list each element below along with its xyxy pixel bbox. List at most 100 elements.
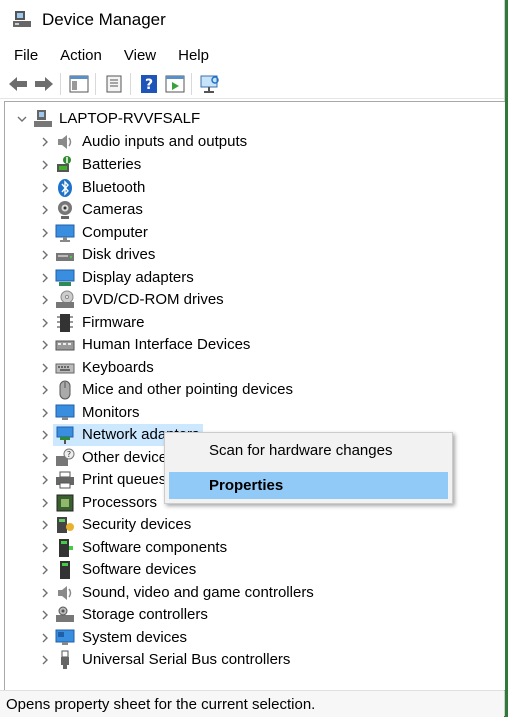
show-hide-console-tree-button[interactable] — [67, 73, 91, 95]
expand-chevron-icon[interactable] — [38, 293, 52, 307]
category-software-components[interactable]: Software components — [5, 537, 245, 559]
back-arrow-icon — [9, 77, 27, 91]
expand-chevron-icon[interactable] — [38, 361, 52, 375]
category-dvd-drives[interactable]: DVD/CD-ROM drives — [5, 289, 245, 311]
keyboard-icon — [55, 358, 75, 378]
expand-chevron-icon[interactable] — [38, 316, 52, 330]
category-software-devices[interactable]: Software devices — [5, 559, 225, 581]
console-tree-icon — [69, 75, 89, 93]
unknown-device-icon: ? — [55, 448, 75, 468]
category-sound-video-game[interactable]: Sound, video and game controllers — [5, 582, 314, 604]
printer-icon — [55, 470, 75, 490]
category-storage-controllers[interactable]: Storage controllers — [5, 604, 245, 626]
category-label: Batteries — [82, 156, 142, 173]
battery-icon — [55, 155, 75, 175]
category-mice[interactable]: Mice and other pointing devices — [5, 379, 305, 401]
expand-chevron-icon[interactable] — [38, 586, 52, 600]
expand-chevron-icon[interactable] — [38, 383, 52, 397]
expand-chevron-icon[interactable] — [38, 563, 52, 577]
status-bar: Opens property sheet for the current sel… — [0, 690, 504, 717]
category-audio[interactable]: Audio inputs and outputs — [5, 131, 285, 153]
context-menu: Scan for hardware changes Properties — [164, 432, 453, 504]
expand-chevron-icon[interactable] — [38, 608, 52, 622]
security-device-icon — [55, 515, 75, 535]
category-system-devices[interactable]: System devices — [5, 627, 225, 649]
category-firmware[interactable]: Firmware — [5, 312, 205, 334]
firmware-chip-icon — [55, 313, 75, 333]
expand-chevron-icon[interactable] — [38, 428, 52, 442]
menu-item-label: Properties — [209, 477, 284, 494]
device-tree[interactable]: LAPTOP-RVVFSALF Audio inputs and outputs… — [4, 101, 505, 691]
scan-hardware-button[interactable] — [198, 73, 222, 95]
toolbar-separator — [130, 73, 131, 95]
expand-chevron-icon[interactable] — [38, 631, 52, 645]
device-manager-window: Device Manager File Action View Help ? L… — [0, 0, 505, 717]
software-component-icon — [55, 538, 75, 558]
computer-name: LAPTOP-RVVFSALF — [59, 110, 201, 127]
category-label: System devices — [82, 629, 188, 646]
tree-root-computer[interactable]: LAPTOP-RVVFSALF — [5, 108, 305, 130]
category-display-adapters[interactable]: Display adapters — [5, 267, 225, 289]
category-usb-controllers[interactable]: Universal Serial Bus controllers — [5, 649, 305, 671]
expand-chevron-icon[interactable] — [38, 338, 52, 352]
properties-item[interactable]: Properties — [169, 472, 448, 499]
expand-chevron-icon[interactable] — [38, 496, 52, 510]
expand-chevron-icon[interactable] — [38, 248, 52, 262]
category-label: Mice and other pointing devices — [82, 381, 293, 398]
category-computer[interactable]: Computer — [5, 222, 205, 244]
speaker-icon — [55, 132, 75, 152]
properties-sheet-icon — [106, 75, 122, 93]
expand-chevron-icon[interactable] — [38, 135, 52, 149]
back-button[interactable] — [6, 73, 30, 95]
help-icon: ? — [141, 75, 157, 93]
status-text: Opens property sheet for the current sel… — [6, 695, 316, 713]
network-adapter-icon — [55, 425, 75, 445]
scan-for-hardware-changes-item[interactable]: Scan for hardware changes — [169, 437, 448, 464]
expand-chevron-icon[interactable] — [38, 226, 52, 240]
category-batteries[interactable]: Batteries — [5, 154, 205, 176]
menu-view[interactable]: View — [116, 47, 164, 64]
menu-action[interactable]: Action — [52, 47, 110, 64]
expand-chevron-icon[interactable] — [38, 541, 52, 555]
properties-button[interactable] — [102, 73, 126, 95]
menu-file[interactable]: File — [6, 47, 46, 64]
forward-button[interactable] — [32, 73, 56, 95]
category-keyboards[interactable]: Keyboards — [5, 357, 205, 379]
window-title: Device Manager — [42, 10, 166, 29]
expand-chevron-icon[interactable] — [38, 158, 52, 172]
category-hid[interactable]: Human Interface Devices — [5, 334, 265, 356]
expand-chevron-icon[interactable] — [38, 518, 52, 532]
category-label: Monitors — [82, 404, 140, 421]
expand-chevron-icon[interactable] — [38, 271, 52, 285]
category-label: Sound, video and game controllers — [82, 584, 314, 601]
expand-chevron-icon[interactable] — [38, 473, 52, 487]
computer-tower-icon — [33, 109, 53, 129]
run-action-button[interactable] — [163, 73, 187, 95]
category-monitors[interactable]: Monitors — [5, 402, 205, 424]
run-action-icon — [165, 75, 185, 93]
expand-chevron-icon[interactable] — [38, 653, 52, 667]
title-bar[interactable]: Device Manager — [0, 0, 504, 40]
category-bluetooth[interactable]: Bluetooth — [5, 177, 205, 199]
menu-help[interactable]: Help — [170, 47, 217, 64]
category-label: Keyboards — [82, 359, 154, 376]
collapse-chevron-icon[interactable] — [15, 112, 29, 126]
expand-chevron-icon[interactable] — [38, 181, 52, 195]
expand-chevron-icon[interactable] — [38, 406, 52, 420]
category-cameras[interactable]: Cameras — [5, 199, 205, 221]
help-button[interactable]: ? — [137, 73, 161, 95]
category-disk-drives[interactable]: Disk drives — [5, 244, 205, 266]
menu-bar: File Action View Help — [0, 42, 217, 68]
expand-chevron-icon[interactable] — [38, 451, 52, 465]
software-device-icon — [55, 560, 75, 580]
device-manager-icon — [12, 10, 32, 30]
svg-text:?: ? — [67, 450, 71, 459]
category-label: Security devices — [82, 516, 192, 533]
category-label: DVD/CD-ROM drives — [82, 291, 224, 308]
category-label: Display adapters — [82, 269, 194, 286]
expand-chevron-icon[interactable] — [38, 203, 52, 217]
category-label: Bluetooth — [82, 179, 146, 196]
display-adapter-icon — [55, 268, 75, 288]
category-security-devices[interactable]: Security devices — [5, 514, 225, 536]
category-label: Firmware — [82, 314, 145, 331]
